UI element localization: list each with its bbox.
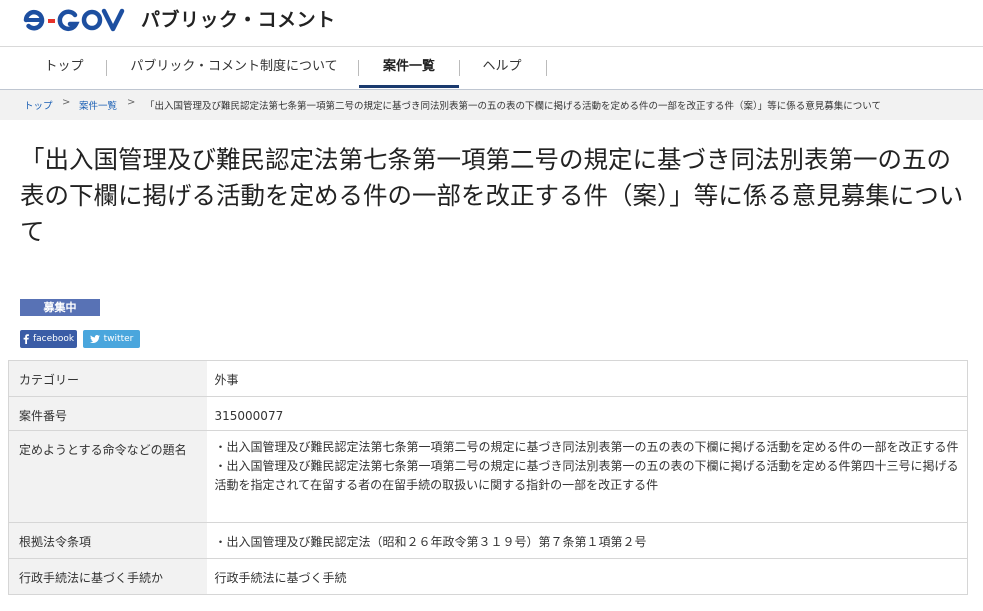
nav-separator [106, 60, 107, 76]
row-value-procedure: 行政手続法に基づく手続 [206, 558, 968, 595]
facebook-icon [23, 334, 29, 344]
breadcrumb: トップ > 案件一覧 > 「出入国管理及び難民認定法第七条第一項第二号の規定に基… [0, 90, 983, 120]
row-label-case-number: 案件番号 [8, 396, 207, 431]
table-row: 根拠法令条項 ・出入国管理及び難民認定法（昭和２６年政令第３１９号）第７条第１項… [8, 522, 968, 559]
twitter-share-label: twitter [103, 334, 134, 344]
status-badge: 募集中 [20, 299, 100, 316]
nav-item-about[interactable]: パブリック・コメント制度について [124, 48, 344, 88]
row-label-legal-basis: 根拠法令条項 [8, 522, 207, 559]
twitter-share-button[interactable]: twitter [83, 330, 140, 348]
table-row: 定めようとする命令などの題名 ・出入国管理及び難民認定法第七条第一項第二号の規定… [8, 430, 968, 523]
row-value-legal-basis: ・出入国管理及び難民認定法（昭和２６年政令第３１９号）第７条第１項第２号 [206, 522, 968, 559]
site-title: パブリック・コメント [141, 9, 336, 31]
nav-separator [459, 60, 460, 76]
row-value-case-number: 315000077 [206, 396, 968, 431]
table-row: カテゴリー 外事 [8, 360, 968, 397]
table-row: 案件番号 315000077 [8, 396, 968, 431]
order-title-line-1: ・出入国管理及び難民認定法第七条第一項第二号の規定に基づき同法別表第一の五の表の… [214, 440, 959, 454]
row-label-order-title: 定めようとする命令などの題名 [8, 430, 207, 523]
row-value-order-title: ・出入国管理及び難民認定法第七条第一項第二号の規定に基づき同法別表第一の五の表の… [206, 430, 968, 523]
facebook-share-label: facebook [32, 334, 75, 344]
breadcrumb-case-list[interactable]: 案件一覧 [79, 98, 117, 112]
egov-logo-icon [23, 8, 125, 32]
twitter-icon [89, 335, 100, 343]
breadcrumb-top[interactable]: トップ [24, 98, 53, 112]
nav-separator [546, 60, 547, 76]
order-title-line-2: ・出入国管理及び難民認定法第七条第一項第二号の規定に基づき同法別表第一の五の表の… [214, 459, 959, 492]
case-details-table: カテゴリー 外事 案件番号 315000077 定めようとする命令などの題名 ・… [8, 360, 968, 595]
breadcrumb-separator: > [127, 97, 136, 108]
nav-item-top[interactable]: トップ [36, 48, 92, 88]
nav-item-help[interactable]: ヘルプ [472, 48, 532, 88]
page-title: 「出入国管理及び難民認定法第七条第一項第二号の規定に基づき同法別表第一の五の表の… [20, 145, 964, 246]
row-label-category: カテゴリー [8, 360, 207, 397]
nav-item-case-list[interactable]: 案件一覧 [359, 48, 459, 88]
site-header: パブリック・コメント [0, 0, 983, 47]
row-value-category: 外事 [206, 360, 968, 397]
main-nav: トップ パブリック・コメント制度について 案件一覧 ヘルプ [0, 48, 983, 90]
facebook-share-button[interactable]: facebook [20, 330, 77, 348]
breadcrumb-current: 「出入国管理及び難民認定法第七条第一項第二号の規定に基づき同法別表第一の五の表の… [145, 101, 881, 112]
row-label-procedure: 行政手続法に基づく手続か [8, 558, 207, 595]
egov-logo[interactable] [22, 6, 134, 34]
breadcrumb-separator: > [62, 97, 71, 108]
table-row: 行政手続法に基づく手続か 行政手続法に基づく手続 [8, 558, 968, 595]
